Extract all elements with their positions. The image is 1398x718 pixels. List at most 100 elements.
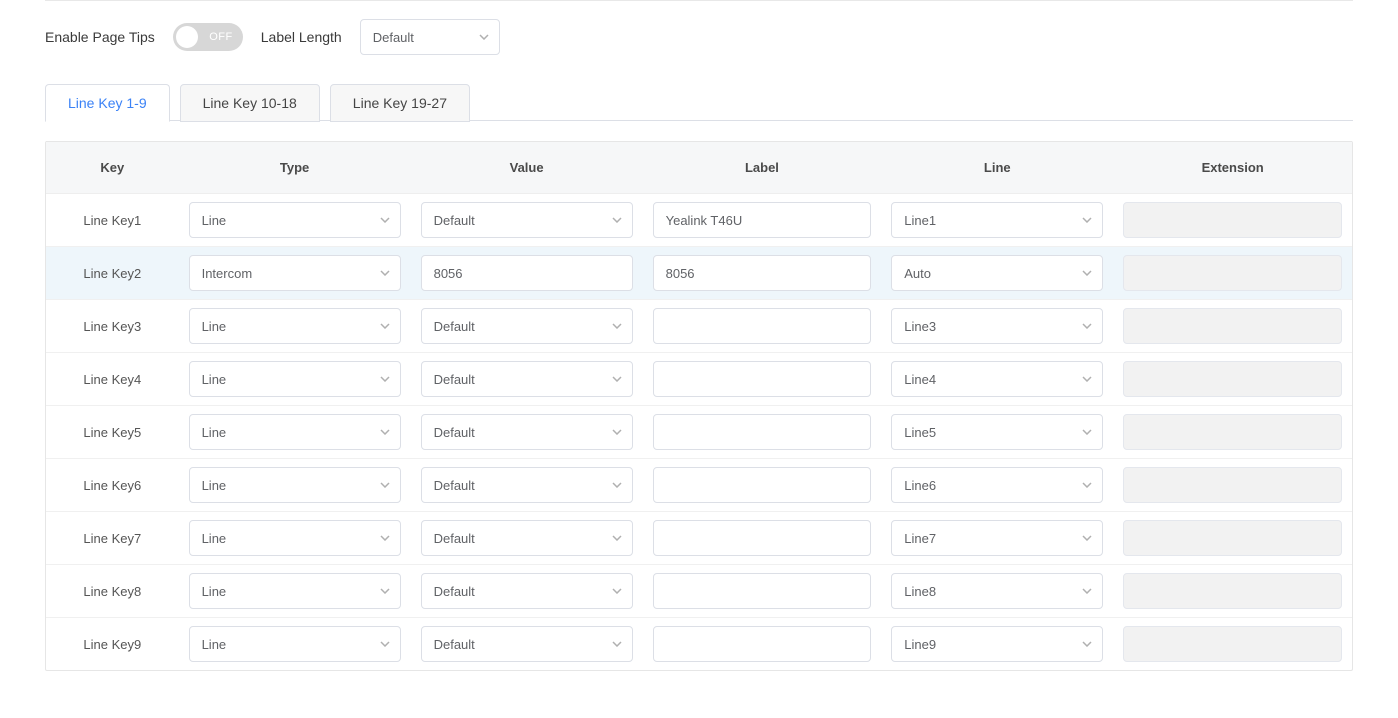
chevron-down-icon	[380, 217, 390, 223]
value-input[interactable]	[421, 255, 633, 291]
chevron-down-icon	[612, 482, 622, 488]
tab-linekey-group-2[interactable]: Line Key 10-18	[180, 84, 320, 122]
line-value: Line4	[904, 372, 936, 387]
line-select[interactable]: Line7	[891, 520, 1103, 556]
extension-input	[1123, 573, 1342, 609]
tab-linekey-group-3[interactable]: Line Key 19-27	[330, 84, 470, 122]
type-select[interactable]: Line	[189, 573, 401, 609]
value-value: Default	[434, 637, 475, 652]
line-value: Auto	[904, 266, 931, 281]
type-select[interactable]: Line	[189, 467, 401, 503]
label-input[interactable]	[653, 255, 872, 291]
extension-input	[1123, 520, 1342, 556]
type-select[interactable]: Line	[189, 414, 401, 450]
col-type: Type	[179, 142, 411, 194]
value-value: Default	[434, 372, 475, 387]
type-select[interactable]: Line	[189, 626, 401, 662]
type-select[interactable]: Intercom	[189, 255, 401, 291]
label-input[interactable]	[653, 626, 872, 662]
value-select[interactable]: Default	[421, 202, 633, 238]
line-select[interactable]: Line9	[891, 626, 1103, 662]
table-row: Line Key9 Line Default Line9	[46, 618, 1352, 671]
chevron-down-icon	[380, 270, 390, 276]
type-select[interactable]: Line	[189, 361, 401, 397]
value-value: Default	[434, 478, 475, 493]
col-value: Value	[411, 142, 643, 194]
line-select[interactable]: Line8	[891, 573, 1103, 609]
table-row: Line Key7 Line Default Line7	[46, 512, 1352, 565]
col-label: Label	[643, 142, 882, 194]
value-value: Default	[434, 213, 475, 228]
label-input[interactable]	[653, 573, 872, 609]
extension-input	[1123, 255, 1342, 291]
line-key-name: Line Key9	[83, 637, 141, 652]
label-length-select[interactable]: Default	[360, 19, 500, 55]
label-input[interactable]	[653, 520, 872, 556]
table-row: Line Key2 Intercom Auto	[46, 247, 1352, 300]
extension-input	[1123, 308, 1342, 344]
type-value: Line	[202, 637, 227, 652]
label-input[interactable]	[653, 308, 872, 344]
type-select[interactable]: Line	[189, 520, 401, 556]
chevron-down-icon	[380, 641, 390, 647]
chevron-down-icon	[612, 429, 622, 435]
col-key: Key	[46, 142, 179, 194]
extension-input	[1123, 361, 1342, 397]
line-select[interactable]: Line4	[891, 361, 1103, 397]
extension-input	[1123, 467, 1342, 503]
chevron-down-icon	[612, 588, 622, 594]
line-key-name: Line Key7	[83, 531, 141, 546]
line-key-table: Key Type Value Label Line Extension Line…	[45, 141, 1353, 671]
value-select[interactable]: Default	[421, 467, 633, 503]
value-value: Default	[434, 584, 475, 599]
top-controls: Enable Page Tips OFF Label Length Defaul…	[45, 19, 1353, 55]
label-length-label: Label Length	[261, 29, 342, 45]
label-input[interactable]	[653, 414, 872, 450]
chevron-down-icon	[612, 217, 622, 223]
value-value: Default	[434, 531, 475, 546]
chevron-down-icon	[380, 323, 390, 329]
line-select[interactable]: Line6	[891, 467, 1103, 503]
value-select[interactable]: Default	[421, 573, 633, 609]
table-row: Line Key8 Line Default Line8	[46, 565, 1352, 618]
enable-page-tips-toggle[interactable]: OFF	[173, 23, 243, 51]
chevron-down-icon	[1082, 482, 1092, 488]
extension-input	[1123, 414, 1342, 450]
label-input[interactable]	[653, 202, 872, 238]
value-value: Default	[434, 319, 475, 334]
col-extension: Extension	[1113, 142, 1352, 194]
chevron-down-icon	[1082, 429, 1092, 435]
type-select[interactable]: Line	[189, 202, 401, 238]
value-select[interactable]: Default	[421, 414, 633, 450]
table-row: Line Key6 Line Default Line6	[46, 459, 1352, 512]
line-select[interactable]: Line3	[891, 308, 1103, 344]
chevron-down-icon	[380, 588, 390, 594]
chevron-down-icon	[612, 535, 622, 541]
type-select[interactable]: Line	[189, 308, 401, 344]
chevron-down-icon	[1082, 535, 1092, 541]
value-select[interactable]: Default	[421, 520, 633, 556]
chevron-down-icon	[1082, 323, 1092, 329]
value-select[interactable]: Default	[421, 626, 633, 662]
type-value: Intercom	[202, 266, 253, 281]
chevron-down-icon	[380, 376, 390, 382]
line-key-name: Line Key6	[83, 478, 141, 493]
label-input[interactable]	[653, 361, 872, 397]
line-select[interactable]: Auto	[891, 255, 1103, 291]
extension-input	[1123, 626, 1342, 662]
line-select[interactable]: Line5	[891, 414, 1103, 450]
line-value: Line9	[904, 637, 936, 652]
value-select[interactable]: Default	[421, 308, 633, 344]
line-value: Line7	[904, 531, 936, 546]
line-select[interactable]: Line1	[891, 202, 1103, 238]
line-key-name: Line Key8	[83, 584, 141, 599]
table-row: Line Key3 Line Default Line3	[46, 300, 1352, 353]
value-select[interactable]: Default	[421, 361, 633, 397]
chevron-down-icon	[1082, 270, 1092, 276]
line-key-name: Line Key2	[83, 266, 141, 281]
tab-linekey-group-1[interactable]: Line Key 1-9	[45, 84, 170, 122]
chevron-down-icon	[479, 34, 489, 40]
line-key-name: Line Key3	[83, 319, 141, 334]
line-key-name: Line Key4	[83, 372, 141, 387]
label-input[interactable]	[653, 467, 872, 503]
